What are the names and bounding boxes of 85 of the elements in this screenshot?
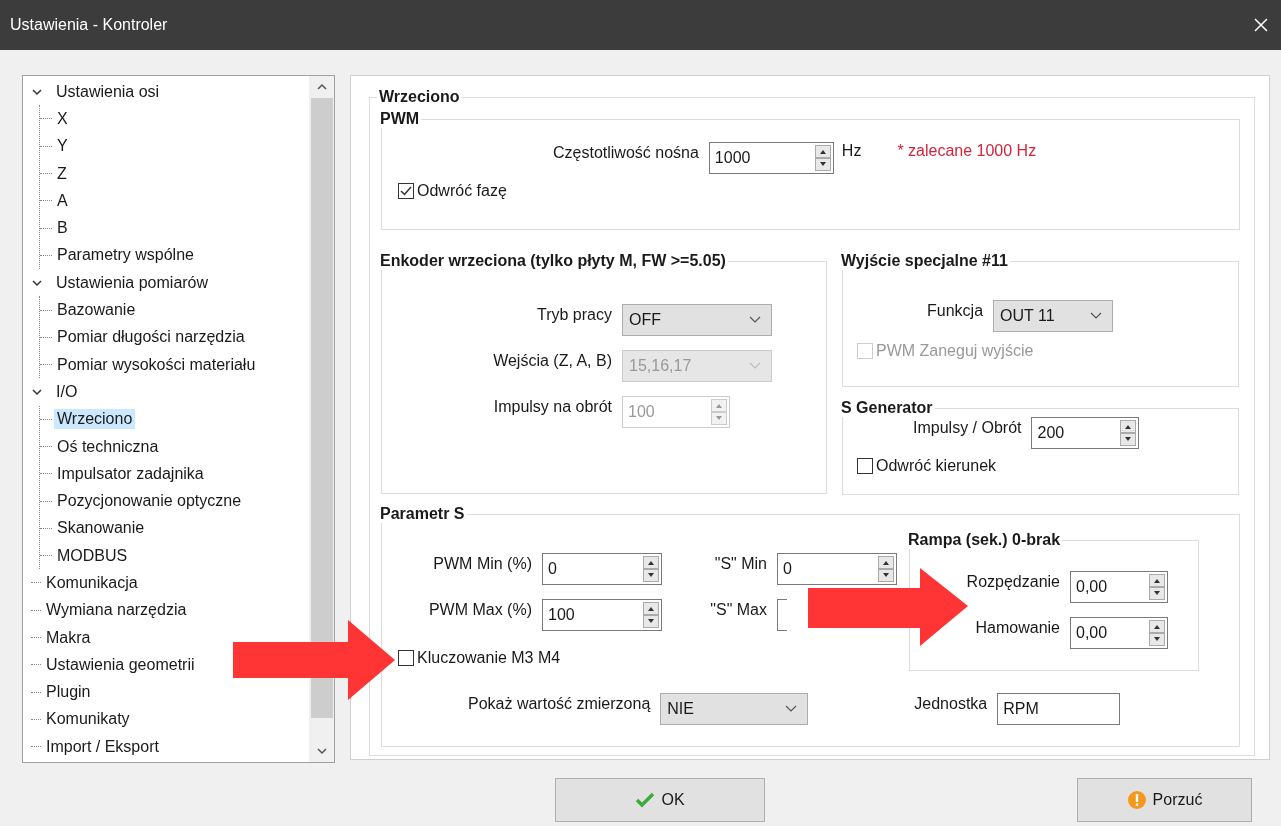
- scroll-up-icon[interactable]: [315, 82, 328, 92]
- field-label: PWM Max (%): [427, 600, 532, 619]
- tree-item[interactable]: Skanowanie: [54, 518, 148, 539]
- tree-item[interactable]: Ustawienia pomiarów: [53, 272, 212, 293]
- spin-field[interactable]: 0: [777, 553, 897, 585]
- spin-field[interactable]: 1000: [708, 142, 834, 174]
- spin-field[interactable]: 200: [1031, 417, 1140, 449]
- tree-item[interactable]: Komunikaty: [43, 709, 133, 730]
- tree-item[interactable]: Parametry wspólne: [54, 245, 197, 266]
- window-title: Ustawienia - Kontroler: [10, 16, 168, 34]
- group-title: Wyjście specjalne #11: [840, 252, 1009, 270]
- tree-item[interactable]: X: [54, 108, 71, 129]
- checkbox[interactable]: Odwróć fazę: [398, 182, 1239, 200]
- chevron-down-icon: [1090, 312, 1103, 320]
- checkmark-icon: [635, 792, 656, 808]
- dialog-button[interactable]: OK: [555, 778, 765, 822]
- dropdown[interactable]: OFF: [622, 304, 772, 336]
- group-title: Parametr S: [379, 505, 466, 523]
- chevron-down-icon: [749, 316, 761, 324]
- field-label: Rozpędzanie: [965, 572, 1060, 591]
- spinner-icon[interactable]: [1120, 420, 1137, 446]
- tree-item[interactable]: Y: [54, 136, 71, 157]
- tree-item[interactable]: Komunikacja: [43, 573, 141, 593]
- chevron-down-icon: [749, 362, 761, 370]
- group-title: Enkoder wrzeciona (tylko płyty M, FW >=5.05): [379, 252, 727, 270]
- field-label: Impulsy / Obrót: [913, 418, 1022, 437]
- tree-item[interactable]: Ustawienia osi: [53, 81, 163, 102]
- tree-item[interactable]: Oś techniczna: [54, 436, 162, 457]
- spinner-icon[interactable]: [1149, 620, 1165, 646]
- tree-item[interactable]: Makra: [43, 627, 94, 648]
- spinner-icon[interactable]: [814, 145, 831, 171]
- group-title: Rampa (sek.) 0-brak: [907, 531, 1062, 549]
- field-label: Jednostka: [914, 694, 988, 713]
- group-title: PWM: [379, 110, 421, 128]
- hint-text: * zalecane 1000 Hz: [897, 142, 1037, 160]
- spin-field[interactable]: 0: [542, 553, 662, 585]
- field-label: PWM Min (%): [432, 554, 532, 573]
- unit-label: Hz: [841, 142, 862, 160]
- text-field[interactable]: RPM: [997, 693, 1121, 725]
- tree-item[interactable]: A: [54, 190, 71, 211]
- spinner-icon[interactable]: [643, 556, 659, 582]
- group-title: S Generator: [840, 399, 934, 417]
- tree-item[interactable]: Wrzeciono: [54, 409, 136, 430]
- dialog-button[interactable]: Porzuć: [1077, 778, 1252, 822]
- tree-item[interactable]: Pozycjonowanie optyczne: [54, 491, 245, 512]
- spinner-icon[interactable]: [878, 556, 894, 582]
- group-title: Wrzeciono: [378, 88, 461, 106]
- scrollbar[interactable]: [309, 76, 334, 762]
- tree-item[interactable]: I/O: [53, 381, 81, 402]
- checkmark-icon: [399, 184, 413, 198]
- tree-item[interactable]: Import / Eksport: [43, 736, 162, 757]
- tree-item[interactable]: Pomiar długości narzędzia: [54, 327, 248, 348]
- tree-item[interactable]: Wymiana narzędzia: [43, 600, 190, 621]
- field-label: "S" Min: [713, 554, 767, 573]
- field-label: "S" Max: [709, 600, 767, 619]
- tree-item[interactable]: Plugin: [43, 682, 94, 703]
- field-label: Wejścia (Z, A, B): [492, 351, 612, 370]
- field-label: Pokaż wartość zmierzoną: [468, 694, 651, 713]
- close-icon[interactable]: [1253, 17, 1269, 33]
- dropdown[interactable]: OUT 11: [993, 300, 1114, 332]
- field-label: Częstotliwość nośna: [553, 143, 699, 162]
- exclamation-icon: [1126, 790, 1147, 810]
- tree-item[interactable]: Ustawienia geometrii: [43, 654, 198, 675]
- scroll-down-icon[interactable]: [315, 746, 328, 756]
- scrollbar-thumb[interactable]: [310, 98, 333, 718]
- field-label: Impulsy na obrót: [492, 397, 612, 416]
- tree-item[interactable]: Pomiar wysokości materiału: [54, 354, 259, 375]
- spin-field[interactable]: [777, 599, 787, 631]
- dropdown[interactable]: NIE: [660, 693, 809, 725]
- spinner-icon[interactable]: [643, 602, 659, 628]
- chevron-down-icon: [785, 705, 798, 713]
- field-label: Hamowanie: [974, 618, 1060, 637]
- checkbox[interactable]: Odwróć kierunek: [857, 457, 1238, 475]
- field-label: Tryb pracy: [536, 305, 612, 324]
- checkbox[interactable]: Kluczowanie M3 M4: [398, 649, 662, 667]
- tree-item[interactable]: MODBUS: [54, 545, 131, 566]
- tree-item[interactable]: Bazowanie: [54, 300, 139, 320]
- spin-field[interactable]: 0,00: [1070, 617, 1168, 649]
- tree-item[interactable]: Z: [54, 163, 70, 184]
- field-label: Funkcja: [927, 301, 984, 320]
- tree-item[interactable]: Impulsator zadajnika: [54, 463, 207, 484]
- tree-item[interactable]: B: [54, 218, 71, 239]
- spinner-icon[interactable]: [1149, 574, 1165, 600]
- spin-field[interactable]: 0,00: [1070, 571, 1168, 603]
- spin-field[interactable]: 100: [542, 599, 662, 631]
